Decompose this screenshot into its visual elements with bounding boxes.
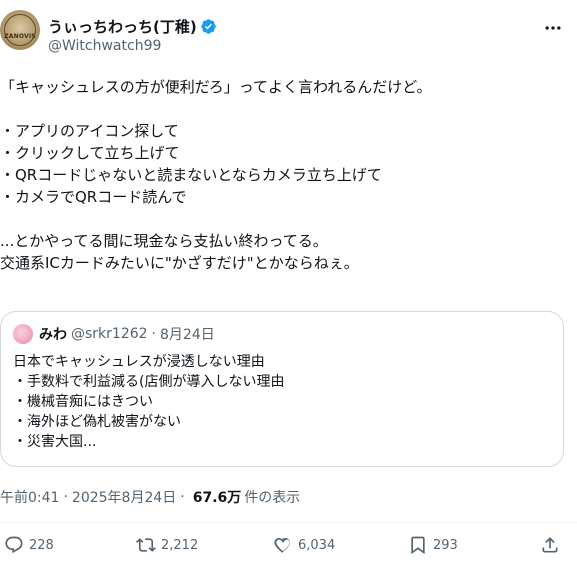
tweet-actions: 228 2,212 6,034 293 <box>0 535 577 563</box>
reply-button[interactable]: 228 <box>4 535 54 555</box>
tweet-line: ...とかやってる間に現金なら支払い終わってる。 <box>0 232 328 250</box>
quoted-line: ・災害大国... <box>13 434 97 450</box>
quoted-line: ・海外ほど偽札被害がない <box>13 414 181 430</box>
author-handle[interactable]: @Witchwatch99 <box>48 38 161 54</box>
views-label: 件の表示 <box>244 490 301 506</box>
like-button[interactable]: 6,034 <box>273 535 335 555</box>
retweet-button[interactable]: 2,212 <box>136 535 198 555</box>
quoted-separator: · <box>151 326 156 342</box>
tweet-line: 交通系ICカードみたいに"かざすだけ"とかならねぇ。 <box>0 254 359 272</box>
more-options-icon[interactable] <box>543 18 563 38</box>
reply-icon <box>5 536 23 554</box>
verified-badge-icon <box>200 19 216 34</box>
quoted-author-name: みわ <box>39 327 67 343</box>
quoted-line: ・機械音痴にはきつい <box>13 394 153 410</box>
retweet-count: 2,212 <box>161 537 199 553</box>
meta-separator: · <box>180 489 185 505</box>
tweet-meta: 午前0:41 · 2025年8月24日 · 67.6万 件の表示 <box>0 487 300 507</box>
like-count: 6,034 <box>298 537 336 553</box>
quoted-line: ・手数料で利益減る(店側が導入しない理由 <box>13 374 285 390</box>
tweet-text: 「キャッシュレスの方が便利だろ」ってよく言われるんだけど。 ・アプリのアイコン探… <box>0 76 570 274</box>
views-count: 67.6万 <box>192 490 242 506</box>
quoted-tweet-header: みわ @srkr1262 · 8月24日 <box>13 324 215 344</box>
tweet-line: 「キャッシュレスの方が便利だろ」ってよく言われるんだけど。 <box>0 78 432 96</box>
avatar-seal-ring <box>4 14 36 46</box>
author-display-name[interactable]: うぃっちわっち(丁稚) <box>48 16 197 37</box>
tweet-line: ・カメラでQRコード読んで <box>0 188 187 206</box>
tweet-line: ・クリックして立ち上げて <box>0 144 180 162</box>
quoted-date: 8月24日 <box>160 327 215 343</box>
heart-icon <box>274 537 290 554</box>
bookmark-button[interactable]: 293 <box>408 535 458 555</box>
author-name-row: うぃっちわっち(丁稚) <box>48 16 217 37</box>
tweet-date[interactable]: 2025年8月24日 <box>72 487 176 507</box>
quoted-line: 日本でキャッシュレスが浸透しない理由 <box>13 354 265 370</box>
quoted-author-handle: @srkr1262 <box>71 326 148 342</box>
tweet-line: ・QRコードじゃないと読まないとならカメラ立ち上げて <box>0 166 382 184</box>
quoted-author-avatar <box>13 324 33 344</box>
tweet-header: ZANOVIS うぃっちわっち(丁稚) @Witchwatch99 <box>0 10 577 62</box>
tweet-line: ・アプリのアイコン探して <box>0 122 179 140</box>
share-icon <box>542 537 558 553</box>
meta-separator: · <box>63 489 68 505</box>
actions-divider <box>0 522 577 523</box>
author-avatar[interactable]: ZANOVIS <box>0 10 40 50</box>
retweet-icon <box>136 538 156 552</box>
tweet-time[interactable]: 午前0:41 <box>0 487 59 507</box>
reply-count: 228 <box>29 537 54 553</box>
quoted-tweet-text: 日本でキャッシュレスが浸透しない理由 ・手数料で利益減る(店側が導入しない理由 … <box>13 352 284 452</box>
share-button[interactable] <box>540 535 565 555</box>
quoted-tweet-card[interactable]: みわ @srkr1262 · 8月24日 日本でキャッシュレスが浸透しない理由 … <box>0 311 564 467</box>
bookmark-count: 293 <box>433 537 458 553</box>
bookmark-icon <box>411 536 425 555</box>
avatar-seal-text: ZANOVIS <box>4 33 36 40</box>
